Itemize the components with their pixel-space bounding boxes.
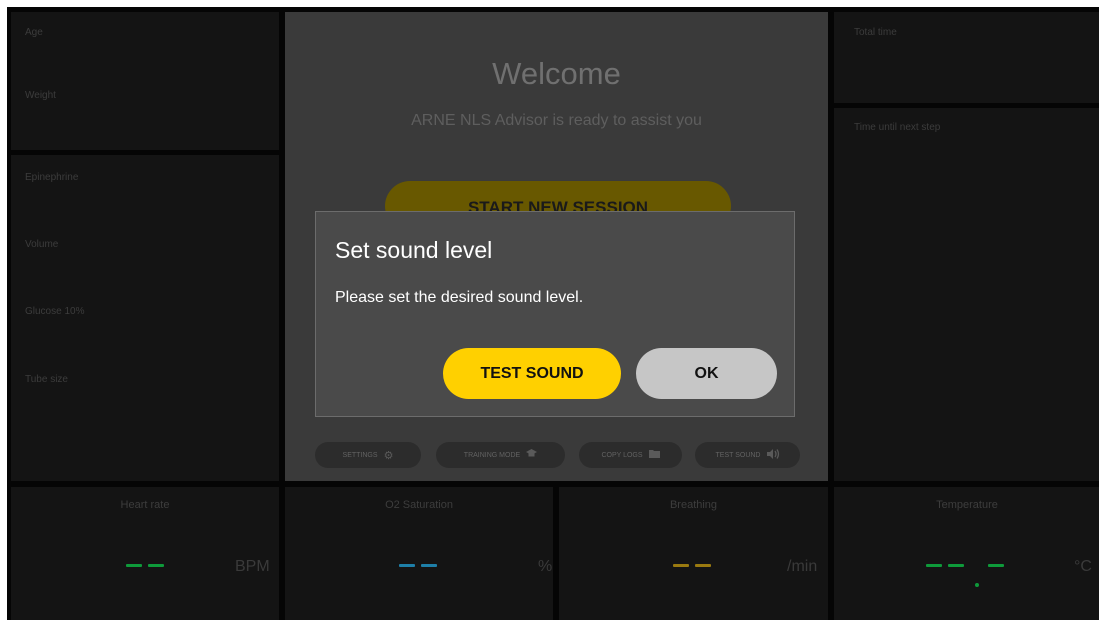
training-mode-button[interactable]: TRAINING MODE (436, 442, 565, 468)
test-sound-pill-label: TEST SOUND (715, 451, 761, 459)
temperature-value-dash (926, 564, 942, 567)
welcome-subtitle: ARNE NLS Advisor is ready to assist you (411, 112, 702, 129)
total-time-panel: Total time (834, 12, 1099, 103)
training-mode-button-label: TRAINING MODE (463, 451, 521, 459)
glucose-label: Glucose 10% (25, 306, 85, 317)
total-time-label: Total time (854, 27, 897, 38)
o2-value-dash (399, 564, 415, 567)
app-screen: Age Weight Epinephrine Volume Glucose 10… (7, 7, 1099, 620)
breathing-value-dash (695, 564, 711, 567)
test-sound-button[interactable]: TEST SOUND (443, 348, 621, 399)
temperature-value-dash (948, 564, 964, 567)
breathing-unit: /min (787, 558, 818, 575)
temperature-unit: °C (1074, 558, 1092, 575)
dialog-title: Set sound level (335, 237, 493, 263)
breathing-value-dash (673, 564, 689, 567)
sound-level-dialog: Set sound level Please set the desired s… (315, 211, 795, 417)
temperature-value-dash (988, 564, 1004, 567)
o2-saturation-panel: O2 Saturation % (285, 487, 553, 620)
speaker-icon (766, 448, 780, 462)
next-step-panel: Time until next step (834, 108, 1099, 481)
welcome-title: Welcome (492, 56, 621, 91)
breathing-panel: Breathing /min (559, 487, 828, 620)
patient-panel: Age Weight (11, 12, 279, 150)
temperature-panel: Temperature °C (834, 487, 1099, 620)
temperature-label: Temperature (936, 499, 998, 511)
o2-saturation-label: O2 Saturation (385, 499, 453, 511)
folder-icon (648, 449, 660, 461)
o2-unit: % (538, 558, 553, 575)
medication-panel: Epinephrine Volume Glucose 10% Tube size (11, 155, 279, 481)
settings-button[interactable]: SETTINGS ⚙ (315, 442, 421, 468)
temperature-decimal-point (975, 583, 979, 587)
tube-size-label: Tube size (25, 374, 68, 385)
gear-icon: ⚙ (383, 449, 394, 462)
dialog-message: Please set the desired sound level. (335, 289, 584, 306)
ok-button[interactable]: OK (636, 348, 777, 399)
graduation-cap-icon (526, 449, 538, 461)
test-sound-pill-button[interactable]: TEST SOUND (695, 442, 800, 468)
heart-rate-label: Heart rate (120, 499, 170, 511)
heart-rate-value-dash (126, 564, 142, 567)
settings-button-label: SETTINGS (342, 451, 378, 459)
o2-value-dash (421, 564, 437, 567)
volume-label: Volume (25, 239, 59, 250)
epinephrine-label: Epinephrine (25, 172, 79, 183)
heart-rate-value-dash (148, 564, 164, 567)
next-step-label: Time until next step (854, 122, 941, 133)
breathing-label: Breathing (669, 499, 718, 511)
heart-rate-unit: BPM (235, 558, 270, 575)
copy-logs-button[interactable]: COPY LOGS (579, 442, 682, 468)
heart-rate-panel: Heart rate BPM (11, 487, 279, 620)
copy-logs-button-label: COPY LOGS (601, 451, 643, 459)
weight-label: Weight (25, 90, 56, 101)
age-label: Age (25, 27, 43, 38)
